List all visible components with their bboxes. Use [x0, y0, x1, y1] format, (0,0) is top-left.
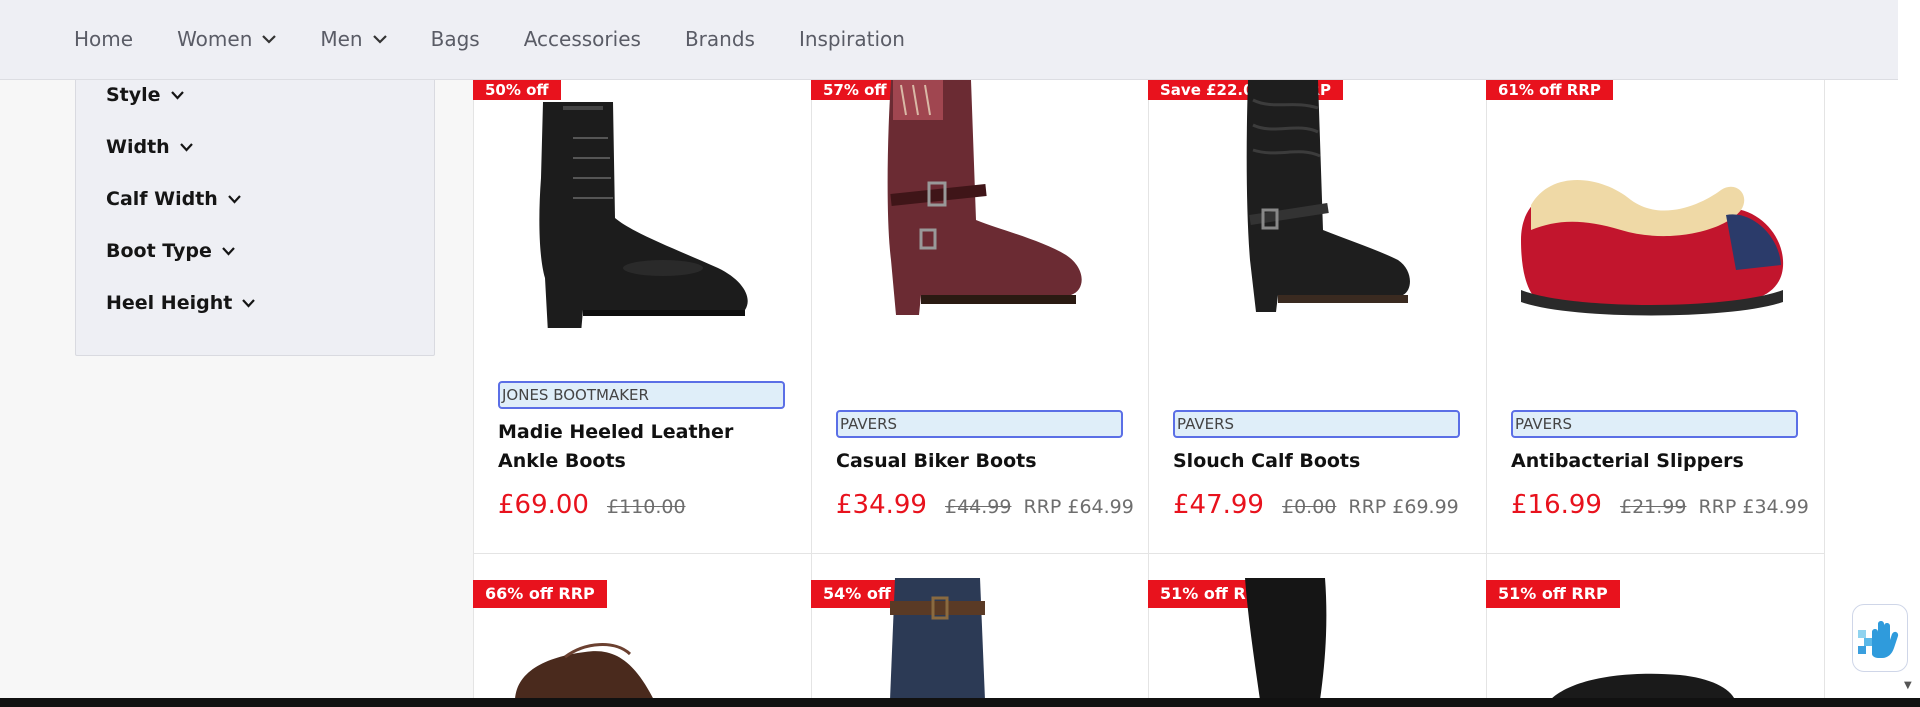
nav-item-label: Women [177, 27, 253, 51]
was-price: £21.99 [1619, 496, 1687, 518]
black-lace-up-boot-icon[interactable] [503, 98, 783, 328]
was-price: £44.99 [944, 496, 1012, 518]
nav-item-label: Inspiration [798, 27, 905, 51]
was-price: £0.00 [1281, 496, 1337, 518]
discount-badge: 51% off RRP [1486, 580, 1620, 608]
product-card[interactable]: Save £22.00 off RRP PAVERS Slouch Calf B… [1148, 80, 1486, 554]
product-name[interactable]: Madie Heeled Leather Ankle Boots [498, 418, 788, 476]
scrollbar[interactable] [1898, 0, 1920, 698]
product-name[interactable]: Slouch Calf Boots [1173, 447, 1463, 476]
nav-item-label: Bags [430, 27, 480, 51]
filter-label: Heel Height [106, 292, 233, 314]
filter-label: Calf Width [106, 188, 218, 210]
chevron-down-icon [372, 34, 387, 44]
black-slouch-boot-icon[interactable] [1218, 80, 1458, 320]
red-slipper-icon[interactable] [1511, 160, 1801, 330]
product-card[interactable]: 61% off RRP PAVERS Antibacterial Slipper… [1486, 80, 1824, 554]
bottom-edge-bar [0, 698, 1920, 707]
hand-icon [1858, 621, 1899, 658]
filter-label: Boot Type [106, 240, 212, 262]
discount-badge: 61% off RRP [1486, 80, 1613, 100]
price-row: £69.00 £110.00 [498, 490, 698, 520]
scroll-down-arrow-icon[interactable]: ▼ [1904, 680, 1912, 691]
chevron-down-icon [179, 142, 193, 152]
nav-item-label: Accessories [523, 27, 641, 51]
black-knee-boot-icon[interactable] [1240, 578, 1330, 700]
navy-long-boot-icon[interactable] [885, 578, 995, 700]
brand-tag[interactable]: PAVERS [1511, 410, 1798, 438]
rrp-price: RRP £64.99 [1023, 496, 1134, 518]
product-name[interactable]: Antibacterial Slippers [1511, 447, 1801, 476]
nav-list: Home Women Men Bags Accessories Brands I… [74, 0, 949, 78]
burgundy-biker-boot-icon[interactable] [851, 80, 1121, 320]
was-price: £110.00 [606, 496, 686, 518]
price-row: £47.99 £0.00 RRP £69.99 [1173, 490, 1459, 520]
chevron-down-icon [228, 194, 241, 204]
nav-item-brands[interactable]: Brands [685, 27, 755, 51]
nav-item-women[interactable]: Women [177, 27, 277, 51]
discount-badge: 50% off [473, 80, 561, 100]
brand-tag[interactable]: JONES BOOTMAKER [498, 381, 785, 409]
nav-item-home[interactable]: Home [74, 27, 133, 51]
black-shoe-icon[interactable] [1540, 670, 1740, 700]
price-row: £34.99 £44.99 RRP £64.99 [836, 490, 1134, 520]
discount-badge: 66% off RRP [473, 580, 607, 608]
sale-price: £69.00 [498, 490, 589, 520]
left-panel-background [0, 60, 474, 700]
nav-item-accessories[interactable]: Accessories [524, 27, 641, 51]
chevron-down-icon [170, 90, 184, 100]
sale-price: £34.99 [836, 490, 927, 520]
rrp-price: RRP £69.99 [1348, 496, 1459, 518]
chevron-down-icon [242, 298, 256, 308]
nav-item-bags[interactable]: Bags [431, 27, 480, 51]
chevron-down-icon [222, 246, 235, 256]
brand-tag[interactable]: PAVERS [1173, 410, 1460, 438]
rrp-price: RRP £34.99 [1698, 496, 1809, 518]
sale-price: £16.99 [1511, 490, 1602, 520]
filter-boot-type[interactable]: Boot Type [106, 240, 235, 262]
brand-tag[interactable]: PAVERS [836, 410, 1123, 438]
chevron-down-icon [262, 34, 277, 44]
product-card[interactable]: 57% off RRP PAVERS Casual Biker Boots £3… [811, 80, 1149, 554]
nav-item-inspiration[interactable]: Inspiration [799, 27, 905, 51]
filter-label: Width [106, 136, 170, 158]
nav-item-label: Men [320, 27, 363, 51]
price-row: £16.99 £21.99 RRP £34.99 [1511, 490, 1809, 520]
filter-calf-width[interactable]: Calf Width [106, 188, 241, 210]
filter-heel-height[interactable]: Heel Height [106, 292, 256, 314]
filter-width[interactable]: Width [106, 136, 193, 158]
accessibility-widget-button[interactable] [1852, 604, 1908, 672]
filter-style[interactable]: Style [106, 84, 184, 106]
nav-item-label: Home [74, 27, 134, 51]
brown-ankle-boot-icon[interactable] [505, 632, 665, 702]
top-navigation: Home Women Men Bags Accessories Brands I… [0, 0, 1898, 80]
product-card[interactable]: 50% off JONES BOOTMAKER Madie Heeled Lea… [473, 80, 811, 554]
grid-divider [1824, 80, 1825, 700]
product-name[interactable]: Casual Biker Boots [836, 447, 1126, 476]
nav-item-men[interactable]: Men [320, 27, 387, 51]
nav-item-label: Brands [684, 27, 755, 51]
sale-price: £47.99 [1173, 490, 1264, 520]
filter-label: Style [106, 84, 161, 106]
